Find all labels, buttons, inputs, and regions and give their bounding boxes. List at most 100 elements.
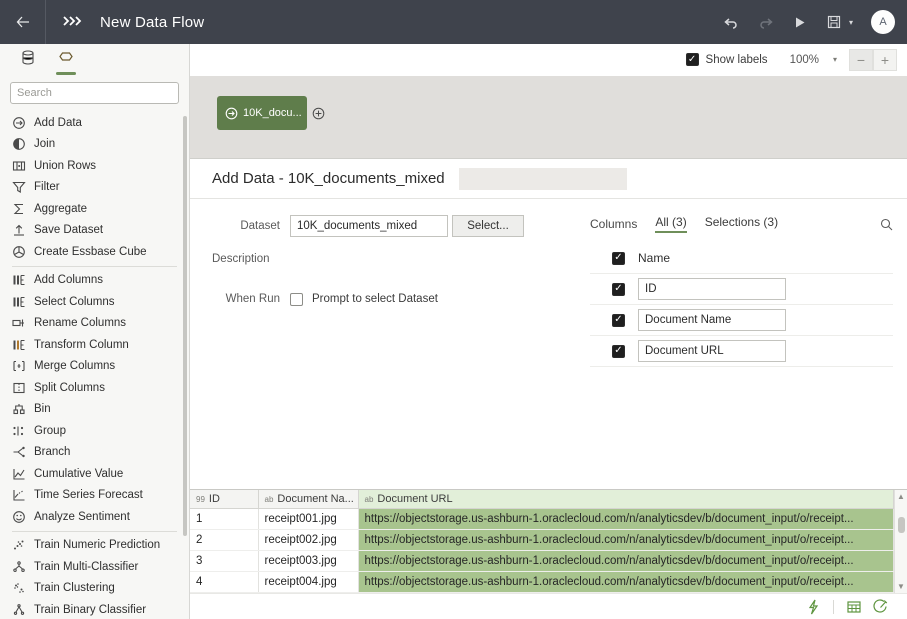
zoom-in-button[interactable]: + bbox=[873, 49, 897, 71]
sidebar-item-label: Split Columns bbox=[34, 382, 105, 394]
sidebar-item-save-dataset[interactable]: Save Dataset bbox=[10, 220, 179, 242]
column-header[interactable]: abDocument Na... bbox=[258, 490, 358, 508]
split-columns-icon bbox=[12, 381, 26, 395]
prompt-dataset-checkbox[interactable] bbox=[290, 293, 303, 306]
sidebar-item-label: Branch bbox=[34, 446, 70, 458]
flow-node-add-data[interactable]: 10K_docu... bbox=[217, 96, 307, 130]
tab-all[interactable]: All (3) bbox=[655, 215, 686, 233]
grid-view-icon[interactable] bbox=[841, 597, 867, 617]
save-dropdown-caret[interactable]: ▾ bbox=[849, 18, 853, 27]
lightning-icon[interactable] bbox=[800, 597, 826, 617]
footer-divider bbox=[833, 600, 834, 614]
chevrons-icon bbox=[62, 14, 84, 30]
split-columns-icon bbox=[10, 381, 28, 395]
sidebar-item-group[interactable]: Group bbox=[10, 420, 179, 442]
add-data-icon bbox=[225, 107, 238, 120]
run-button[interactable] bbox=[790, 12, 810, 32]
table-row[interactable]: 1receipt001.jpghttps://objectstorage.us-… bbox=[190, 508, 894, 529]
left-panel-scrollbar[interactable] bbox=[183, 116, 187, 536]
table-cell: https://objectstorage.us-ashburn-1.oracl… bbox=[358, 508, 894, 529]
preview-table: 99IDabDocument Na...abDocument URL1recei… bbox=[190, 490, 894, 593]
redo-button[interactable] bbox=[756, 12, 776, 32]
group-icon bbox=[10, 424, 28, 438]
scroll-down-arrow[interactable]: ▼ bbox=[897, 582, 905, 591]
sidebar-item-time-series-forecast[interactable]: Time Series Forecast bbox=[10, 485, 179, 507]
scrollbar-track[interactable] bbox=[898, 501, 905, 582]
sidebar-item-label: Save Dataset bbox=[34, 224, 103, 236]
union-rows-icon bbox=[12, 159, 26, 173]
sidebar-item-analyze-sentiment[interactable]: Analyze Sentiment bbox=[10, 506, 179, 528]
database-icon bbox=[21, 50, 35, 65]
node-tab[interactable] bbox=[50, 45, 82, 75]
zoom-out-button[interactable]: − bbox=[849, 49, 873, 71]
sidebar-item-branch[interactable]: Branch bbox=[10, 442, 179, 464]
table-row[interactable]: 4receipt004.jpghttps://objectstorage.us-… bbox=[190, 571, 894, 592]
undo-button[interactable] bbox=[722, 12, 742, 32]
sidebar-item-label: Train Clustering bbox=[34, 582, 115, 594]
column-header[interactable]: abDocument URL bbox=[358, 490, 894, 508]
sidebar-item-cumulative-value[interactable]: Cumulative Value bbox=[10, 463, 179, 485]
sidebar-item-transform-column[interactable]: Transform Column bbox=[10, 334, 179, 356]
sidebar-item-rename-columns[interactable]: Rename Columns bbox=[10, 313, 179, 335]
column-checkbox[interactable]: ✓ bbox=[612, 314, 625, 327]
zoom-dropdown-caret[interactable]: ▾ bbox=[833, 55, 837, 64]
sidebar-item-add-data[interactable]: Add Data bbox=[10, 112, 179, 134]
sidebar-item-union-rows[interactable]: Union Rows bbox=[10, 155, 179, 177]
play-icon bbox=[794, 16, 806, 29]
column-name-input[interactable] bbox=[638, 278, 786, 300]
tab-selections[interactable]: Selections (3) bbox=[705, 215, 778, 233]
scrollbar-thumb[interactable] bbox=[898, 517, 905, 533]
column-checkbox[interactable]: ✓ bbox=[612, 283, 625, 296]
sidebar-item-split-columns[interactable]: Split Columns bbox=[10, 377, 179, 399]
table-cell: https://objectstorage.us-ashburn-1.oracl… bbox=[358, 550, 894, 571]
sidebar-item-merge-columns[interactable]: Merge Columns bbox=[10, 356, 179, 378]
back-button[interactable] bbox=[0, 0, 46, 44]
column-select-all-checkbox[interactable]: ✓ bbox=[612, 252, 625, 265]
column-name-input[interactable] bbox=[638, 340, 786, 362]
sidebar-item-train-clustering[interactable]: Train Clustering bbox=[10, 578, 179, 600]
sidebar-item-train-multi-classifier[interactable]: Train Multi-Classifier bbox=[10, 556, 179, 578]
column-header-label: Document URL bbox=[377, 493, 452, 505]
table-row[interactable]: 3receipt003.jpghttps://objectstorage.us-… bbox=[190, 550, 894, 571]
avatar[interactable]: A bbox=[871, 10, 895, 34]
sidebar-item-bin[interactable]: Bin bbox=[10, 399, 179, 421]
column-name-input[interactable] bbox=[638, 309, 786, 331]
time-series-forecast-icon bbox=[12, 488, 26, 502]
add-step-button[interactable] bbox=[312, 107, 325, 120]
sidebar-item-train-numeric-prediction[interactable]: Train Numeric Prediction bbox=[10, 535, 179, 557]
train-numeric-prediction-icon bbox=[10, 538, 28, 552]
search-input[interactable] bbox=[10, 82, 179, 104]
scroll-up-arrow[interactable]: ▲ bbox=[897, 492, 905, 501]
sidebar-item-select-columns[interactable]: Select Columns bbox=[10, 291, 179, 313]
data-tab[interactable] bbox=[12, 45, 44, 75]
sidebar-item-filter[interactable]: Filter bbox=[10, 177, 179, 199]
merge-columns-icon bbox=[12, 359, 26, 373]
sidebar-item-join[interactable]: Join bbox=[10, 134, 179, 156]
sidebar-item-create-essbase-cube[interactable]: Create Essbase Cube bbox=[10, 241, 179, 263]
page-title: New Data Flow bbox=[100, 14, 204, 31]
column-checkbox[interactable]: ✓ bbox=[612, 345, 625, 358]
cumulative-value-icon bbox=[10, 467, 28, 481]
edit-view-icon[interactable] bbox=[867, 597, 893, 617]
sidebar-item-label: Transform Column bbox=[34, 339, 129, 351]
table-row[interactable]: 2receipt002.jpghttps://objectstorage.us-… bbox=[190, 529, 894, 550]
save-button[interactable] bbox=[824, 12, 844, 32]
sidebar-item-aggregate[interactable]: Aggregate bbox=[10, 198, 179, 220]
show-labels-checkbox[interactable]: ✓ bbox=[686, 53, 699, 66]
save-dataset-icon bbox=[12, 223, 26, 237]
sidebar-item-label: Create Essbase Cube bbox=[34, 246, 147, 258]
dataset-input[interactable] bbox=[290, 215, 448, 237]
prompt-dataset-label: Prompt to select Dataset bbox=[312, 293, 438, 305]
grid-vertical-scrollbar[interactable]: ▲ ▼ bbox=[894, 490, 907, 593]
add-columns-icon bbox=[10, 273, 28, 287]
grid-footer bbox=[190, 593, 907, 619]
select-dataset-button[interactable]: Select... bbox=[452, 215, 524, 237]
flow-canvas[interactable]: 10K_docu... bbox=[190, 76, 907, 158]
column-header[interactable]: 99ID bbox=[190, 490, 258, 508]
columns-search-button[interactable] bbox=[880, 218, 893, 231]
train-binary-classifier-icon bbox=[10, 603, 28, 617]
sidebar-item-train-binary-classifier[interactable]: Train Binary Classifier bbox=[10, 599, 179, 619]
merge-columns-icon bbox=[10, 359, 28, 373]
sidebar-item-add-columns[interactable]: Add Columns bbox=[10, 270, 179, 292]
sidebar-item-label: Train Multi-Classifier bbox=[34, 561, 138, 573]
